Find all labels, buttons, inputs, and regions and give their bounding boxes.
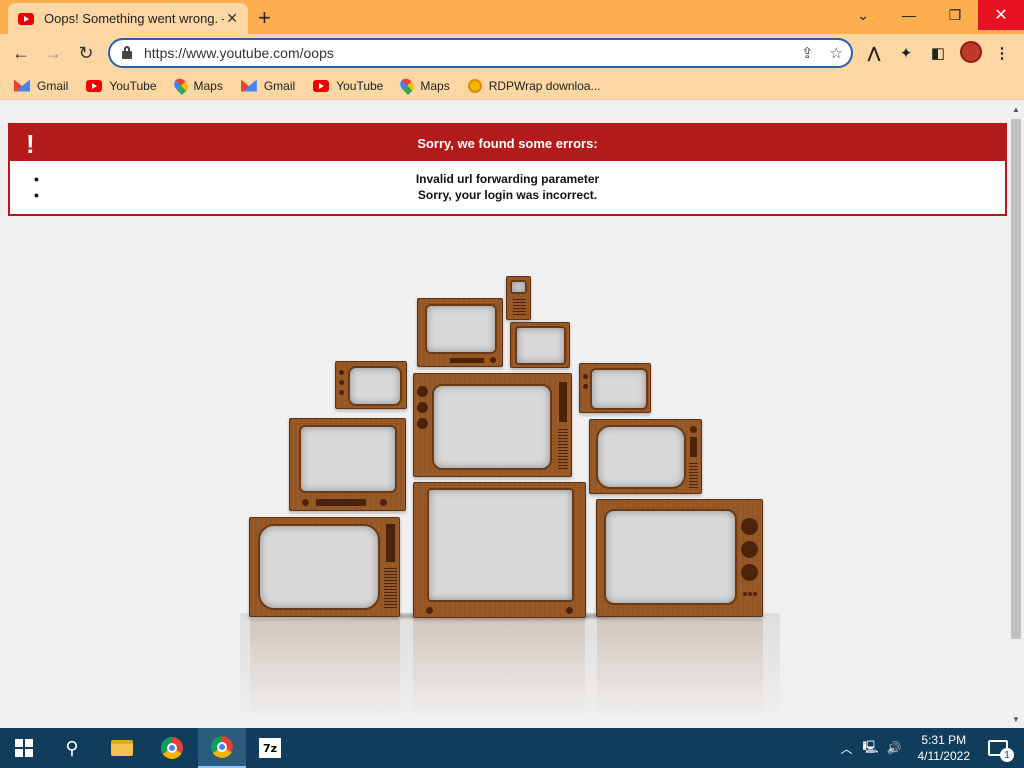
search-button[interactable]: ⚲ <box>48 728 96 768</box>
page-scrollbar[interactable]: ▲ ▼ <box>1008 101 1024 728</box>
maps-icon <box>397 75 417 96</box>
bookmark-rdpwrap[interactable]: RDPWrap downloa... <box>467 78 601 93</box>
network-icon[interactable]: 🖳 <box>863 738 879 759</box>
search-icon: ⚲ <box>65 737 79 758</box>
tv-set <box>510 322 570 368</box>
start-button[interactable] <box>0 728 48 768</box>
bookmark-maps[interactable]: Maps <box>397 75 450 96</box>
clock-date: 4/11/2022 <box>917 749 971 763</box>
bookmark-label: Maps <box>193 78 223 93</box>
url-text[interactable]: https://www.youtube.com/oops <box>144 45 334 61</box>
rdpwrap-icon <box>467 78 482 93</box>
address-bar[interactable]: https://www.youtube.com/oops ⇪ ☆ <box>108 38 853 68</box>
clock-time: 5:31 PM <box>921 733 967 747</box>
error-heading: Sorry, we found some errors: <box>417 135 598 151</box>
error-box: ! Sorry, we found some errors: Invalid u… <box>8 123 1007 216</box>
bookmark-star-icon[interactable]: ☆ <box>830 44 843 62</box>
close-window-button[interactable]: ✕ <box>978 0 1024 30</box>
gmail-icon <box>14 79 30 92</box>
extension-icon[interactable]: ⋀ <box>864 43 884 63</box>
menu-kebab-icon[interactable]: ⋮ <box>992 43 1012 63</box>
file-explorer-button[interactable] <box>98 728 146 768</box>
reload-button[interactable]: ↻ <box>73 40 99 66</box>
gmail-icon <box>240 79 257 92</box>
tv-set <box>335 361 407 409</box>
volume-icon[interactable]: 🔊 <box>887 741 902 755</box>
tv-set <box>413 482 586 618</box>
side-panel-icon[interactable]: ◧ <box>928 43 948 63</box>
bookmark-gmail[interactable]: Gmail <box>240 78 296 93</box>
notification-count: 1 <box>1000 748 1014 762</box>
tab-search-icon[interactable]: ⌄ <box>840 0 886 30</box>
windows-logo-icon <box>15 739 33 757</box>
back-button[interactable]: ← <box>8 40 34 66</box>
bookmark-label: Gmail <box>263 78 296 93</box>
bookmark-youtube[interactable]: YouTube <box>313 79 383 93</box>
tab-title: Oops! Something went wrong. - <box>44 11 224 26</box>
minimize-button[interactable]: — <box>886 0 932 30</box>
chrome-icon <box>161 737 183 759</box>
chrome-active-taskbar-button[interactable] <box>198 728 246 768</box>
browser-tab[interactable]: Oops! Something went wrong. - ✕ <box>8 3 248 34</box>
tv-set <box>417 298 503 367</box>
restore-button[interactable]: ❐ <box>932 0 978 30</box>
notifications-icon[interactable]: 1 <box>988 740 1014 762</box>
bookmark-label: Gmail <box>37 78 69 93</box>
bookmark-label: RDPWrap downloa... <box>488 78 601 93</box>
system-tray: ︿ 🖳 🔊 5:31 PM 4/11/2022 1 <box>841 728 1024 768</box>
chrome-taskbar-button[interactable] <box>148 728 196 768</box>
browser-toolbar: ← → ↻ https://www.youtube.com/oops ⇪ ☆ ⋀… <box>0 34 1024 72</box>
tv-set <box>289 418 406 511</box>
bookmark-youtube[interactable]: YouTube <box>86 78 157 93</box>
share-icon[interactable]: ⇪ <box>801 44 814 62</box>
clock[interactable]: 5:31 PM 4/11/2022 <box>918 732 971 764</box>
error-item: Sorry, your login was incorrect. <box>10 187 1005 203</box>
browser-titlebar: Oops! Something went wrong. - ✕ + ⌄ — ❐ … <box>0 0 1024 34</box>
folder-icon <box>111 740 133 756</box>
tv-set <box>506 276 531 320</box>
scroll-up-icon[interactable]: ▲ <box>1012 105 1020 114</box>
scroll-down-icon[interactable]: ▼ <box>1012 715 1020 724</box>
7zip-taskbar-button[interactable]: 7z <box>246 728 294 768</box>
7zip-icon: 7z <box>259 738 281 758</box>
error-header: ! Sorry, we found some errors: <box>10 125 1005 161</box>
bookmark-label: YouTube <box>336 78 384 93</box>
tv-set <box>413 373 572 477</box>
bookmark-label: Maps <box>420 78 450 93</box>
error-item: Invalid url forwarding parameter <box>10 171 1005 187</box>
scroll-thumb[interactable] <box>1011 119 1021 639</box>
chrome-profile-icon <box>211 736 233 758</box>
maps-icon <box>170 75 191 96</box>
youtube-icon <box>86 79 103 92</box>
forward-button[interactable]: → <box>40 40 66 66</box>
bookmarks-bar: Gmail YouTube Maps Gmail YouTube Maps RD… <box>0 72 1024 100</box>
bookmark-label: YouTube <box>109 78 157 93</box>
youtube-favicon-icon <box>18 12 34 25</box>
tv-set <box>579 363 651 413</box>
extensions-puzzle-icon[interactable]: ✦ <box>896 43 916 63</box>
windows-taskbar: ⚲ 7z ︿ 🖳 🔊 5:31 PM 4/11/2022 1 <box>0 728 1024 768</box>
tv-set <box>596 499 763 617</box>
exclamation-icon: ! <box>26 129 35 159</box>
lock-icon[interactable] <box>122 46 132 59</box>
tab-close-icon[interactable]: ✕ <box>226 10 238 27</box>
page-content: ! Sorry, we found some errors: Invalid u… <box>0 101 1008 728</box>
chevron-up-icon[interactable]: ︿ <box>841 740 853 757</box>
error-list: Invalid url forwarding parameter Sorry, … <box>10 161 1005 203</box>
youtube-icon <box>313 79 330 92</box>
tv-set <box>589 419 702 494</box>
bookmark-maps[interactable]: Maps <box>170 75 223 96</box>
new-tab-button[interactable]: + <box>258 5 271 31</box>
bookmark-gmail[interactable]: Gmail <box>14 79 68 93</box>
profile-avatar[interactable] <box>960 41 982 63</box>
tv-set <box>249 517 400 617</box>
